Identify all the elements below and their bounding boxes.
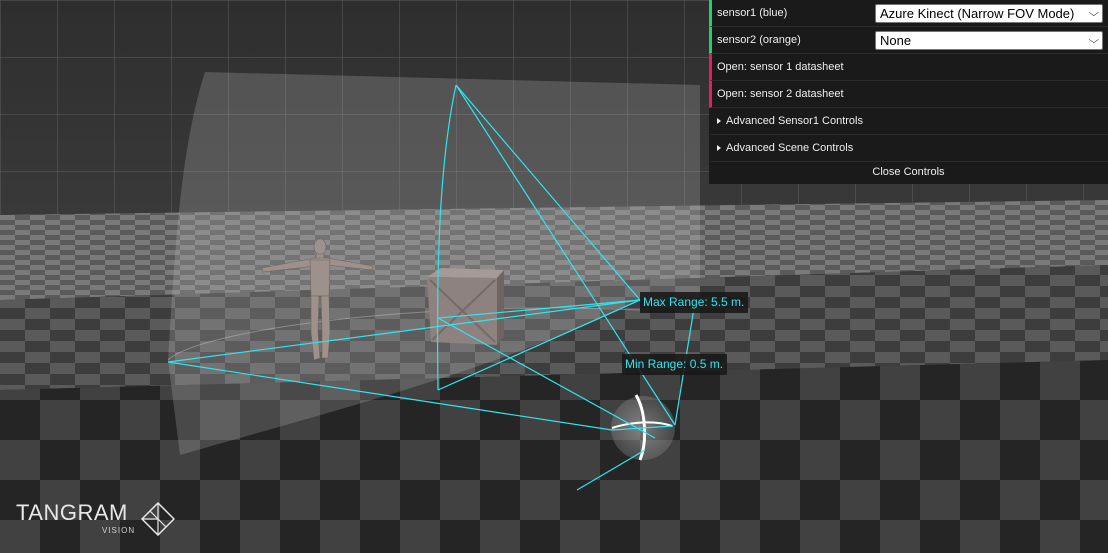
datasheet2-link[interactable]: Open: sensor 2 datasheet	[709, 81, 1108, 108]
sensor1-row: sensor1 (blue) Azure Kinect (Narrow FOV …	[709, 0, 1108, 27]
triangle-right-icon	[717, 118, 721, 124]
chevron-down-icon: ⌵	[1088, 8, 1100, 19]
sensor1-select-value: Azure Kinect (Narrow FOV Mode)	[880, 6, 1075, 21]
advanced-scene-folder[interactable]: Advanced Scene Controls	[709, 135, 1108, 162]
close-controls-button[interactable]: Close Controls	[709, 162, 1108, 184]
datasheet2-label: Open: sensor 2 datasheet	[717, 88, 844, 100]
advanced-scene-label: Advanced Scene Controls	[726, 142, 854, 154]
sensor1-select[interactable]: Azure Kinect (Narrow FOV Mode) ⌵	[875, 4, 1103, 23]
tangram-logo: TANGRAM VISION	[16, 500, 175, 536]
min-range-label: Min Range: 0.5 m.	[622, 354, 728, 375]
advanced-sensor1-label: Advanced Sensor1 Controls	[726, 115, 863, 127]
triangle-right-icon	[717, 145, 721, 151]
advanced-sensor1-folder[interactable]: Advanced Sensor1 Controls	[709, 108, 1108, 135]
controls-panel: sensor1 (blue) Azure Kinect (Narrow FOV …	[709, 0, 1108, 184]
max-range-label: Max Range: 5.5 m.	[640, 292, 749, 313]
sensor2-label: sensor2 (orange)	[717, 34, 801, 46]
chevron-down-icon: ⌵	[1088, 35, 1100, 46]
logo-subtitle: VISION	[102, 526, 136, 535]
tangram-diamond-icon	[141, 502, 175, 536]
logo-name: TANGRAM	[16, 500, 128, 525]
sensor1-label: sensor1 (blue)	[717, 7, 788, 19]
sensor2-select[interactable]: None ⌵	[875, 31, 1103, 50]
sensor2-select-value: None	[880, 33, 912, 48]
sensor2-row: sensor2 (orange) None ⌵	[709, 27, 1108, 54]
datasheet1-link[interactable]: Open: sensor 1 datasheet	[709, 54, 1108, 81]
datasheet1-label: Open: sensor 1 datasheet	[717, 61, 844, 73]
